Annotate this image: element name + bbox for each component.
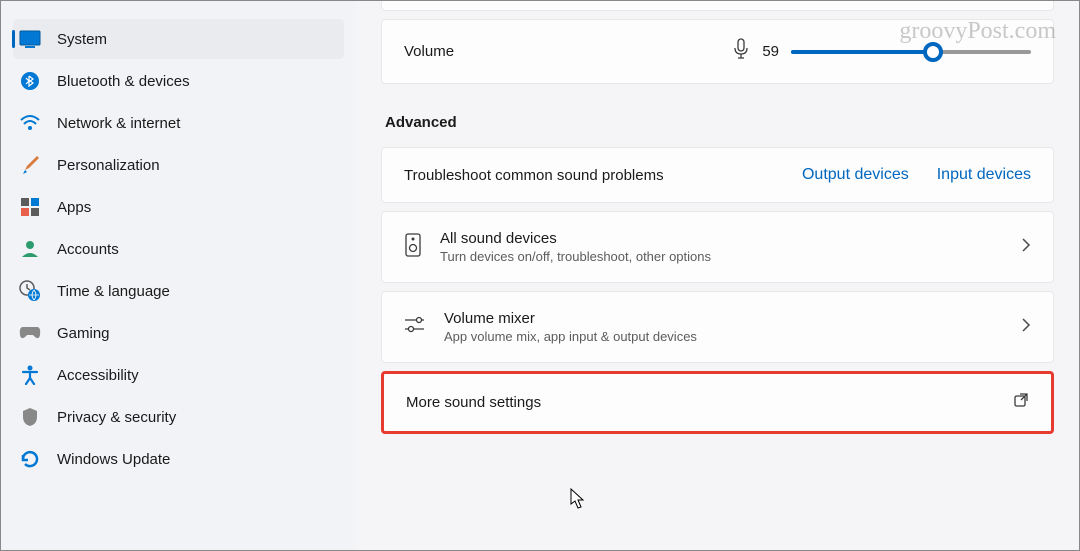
apps-icon bbox=[19, 196, 41, 218]
chevron-right-icon bbox=[1021, 237, 1031, 258]
sidebar-item-windows-update[interactable]: Windows Update bbox=[13, 439, 344, 479]
mixer-subtitle: App volume mix, app input & output devic… bbox=[444, 329, 697, 344]
sidebar-item-label: Personalization bbox=[57, 157, 160, 174]
output-devices-link[interactable]: Output devices bbox=[802, 166, 909, 184]
all-devices-subtitle: Turn devices on/off, troubleshoot, other… bbox=[440, 249, 711, 264]
more-title: More sound settings bbox=[406, 394, 541, 411]
bluetooth-icon bbox=[19, 70, 41, 92]
speaker-icon bbox=[404, 232, 422, 263]
gamepad-icon bbox=[19, 322, 41, 344]
troubleshoot-card: Troubleshoot common sound problems Outpu… bbox=[381, 147, 1054, 203]
update-icon bbox=[19, 448, 41, 470]
volume-card: Volume 59 bbox=[381, 19, 1054, 84]
sidebar-item-label: Network & internet bbox=[57, 115, 180, 132]
volume-label: Volume bbox=[404, 43, 454, 60]
sidebar-item-label: Windows Update bbox=[57, 451, 170, 468]
volume-value: 59 bbox=[762, 43, 779, 60]
sidebar-item-accessibility[interactable]: Accessibility bbox=[13, 355, 344, 395]
account-icon bbox=[19, 238, 41, 260]
sidebar-item-network[interactable]: Network & internet bbox=[13, 103, 344, 143]
sidebar-item-time-language[interactable]: Time & language bbox=[13, 271, 344, 311]
sidebar-item-label: Accessibility bbox=[57, 367, 139, 384]
sidebar-item-label: Accounts bbox=[57, 241, 119, 258]
all-devices-title: All sound devices bbox=[440, 230, 711, 247]
sidebar-item-label: Privacy & security bbox=[57, 409, 176, 426]
sidebar-item-apps[interactable]: Apps bbox=[13, 187, 344, 227]
sidebar-item-system[interactable]: System bbox=[13, 19, 344, 59]
wifi-icon bbox=[19, 112, 41, 134]
sidebar-item-label: Time & language bbox=[57, 283, 170, 300]
sidebar-item-label: Apps bbox=[57, 199, 91, 216]
paintbrush-icon bbox=[19, 154, 41, 176]
more-sound-settings-card[interactable]: More sound settings bbox=[381, 371, 1054, 434]
all-sound-devices-card[interactable]: All sound devices Turn devices on/off, t… bbox=[381, 211, 1054, 283]
system-icon bbox=[19, 28, 41, 50]
input-devices-link[interactable]: Input devices bbox=[937, 166, 1031, 184]
advanced-heading: Advanced bbox=[385, 114, 1054, 131]
accessibility-icon bbox=[19, 364, 41, 386]
sidebar-item-accounts[interactable]: Accounts bbox=[13, 229, 344, 269]
main-content: Volume 59 Advanced Troubleshoot common s… bbox=[356, 1, 1079, 550]
mixer-icon bbox=[404, 315, 426, 340]
clock-globe-icon bbox=[19, 280, 41, 302]
truncated-card bbox=[381, 1, 1054, 11]
sidebar-item-label: Gaming bbox=[57, 325, 110, 342]
sidebar-item-label: Bluetooth & devices bbox=[57, 73, 190, 90]
sidebar-item-label: System bbox=[57, 31, 107, 48]
sidebar: System Bluetooth & devices Network & int… bbox=[1, 1, 356, 550]
volume-slider[interactable] bbox=[791, 50, 1031, 54]
sidebar-item-privacy[interactable]: Privacy & security bbox=[13, 397, 344, 437]
sidebar-item-gaming[interactable]: Gaming bbox=[13, 313, 344, 353]
sidebar-item-personalization[interactable]: Personalization bbox=[13, 145, 344, 185]
chevron-right-icon bbox=[1021, 317, 1031, 338]
troubleshoot-title: Troubleshoot common sound problems bbox=[404, 167, 664, 184]
external-link-icon bbox=[1013, 392, 1029, 413]
shield-icon bbox=[19, 406, 41, 428]
mixer-title: Volume mixer bbox=[444, 310, 697, 327]
volume-mixer-card[interactable]: Volume mixer App volume mix, app input &… bbox=[381, 291, 1054, 363]
microphone-icon[interactable] bbox=[732, 38, 750, 65]
sidebar-item-bluetooth[interactable]: Bluetooth & devices bbox=[13, 61, 344, 101]
